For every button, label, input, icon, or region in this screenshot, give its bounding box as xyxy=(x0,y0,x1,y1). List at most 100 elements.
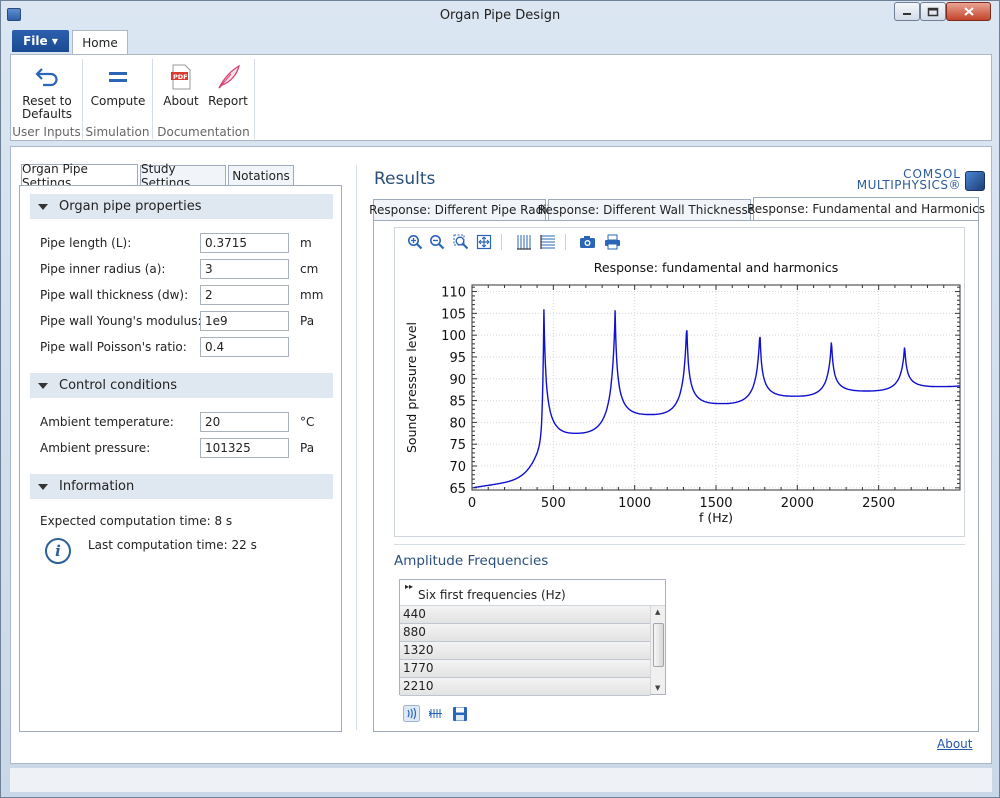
section-control-conditions[interactable]: Control conditions xyxy=(30,373,333,398)
camera-icon[interactable] xyxy=(579,233,596,250)
field-unit: Pa xyxy=(300,441,315,455)
table-row[interactable]: 880 xyxy=(400,624,650,642)
close-button[interactable] xyxy=(946,2,991,21)
main-content: Organ Pipe Settings Study Settings Notat… xyxy=(10,146,992,764)
quill-icon xyxy=(214,63,242,91)
tab-different-wall-thicknesses[interactable]: Response: Different Wall Thicknesses xyxy=(538,199,761,220)
section-organ-pipe-properties[interactable]: Organ pipe properties xyxy=(30,194,333,219)
y-tick-label: 80 xyxy=(449,416,466,431)
x-tick-label: 1500 xyxy=(699,496,732,511)
svg-text:PDF: PDF xyxy=(173,73,188,81)
print-icon[interactable] xyxy=(604,233,621,250)
response-chart: Response: fundamental and harmonics 0 500 1… xyxy=(404,260,961,525)
last-computation-time: Last computation time: 22 s xyxy=(88,538,257,552)
toolbar-separator xyxy=(565,234,566,250)
x-tick-label: 2000 xyxy=(781,496,814,511)
pipe-length-input[interactable] xyxy=(200,233,289,253)
pipe-wall-thickness-input[interactable] xyxy=(200,285,289,305)
table-export-icon[interactable] xyxy=(427,705,444,722)
about-button[interactable]: PDF About xyxy=(159,63,203,108)
pipe-inner-radius-input[interactable] xyxy=(200,259,289,279)
youngs-modulus-input[interactable] xyxy=(200,311,289,331)
minimize-icon xyxy=(903,12,911,15)
collapse-triangle-icon xyxy=(38,382,48,389)
section-title: Organ pipe properties xyxy=(59,199,202,214)
window-title: Organ Pipe Design xyxy=(439,8,561,23)
field-unit: mm xyxy=(300,288,324,302)
field-label: Pipe wall Young's modulus: xyxy=(40,314,202,328)
sound-play-icon[interactable] xyxy=(403,705,420,722)
table-scrollbar[interactable]: ▲ ▼ xyxy=(650,606,665,694)
table-row[interactable]: 440 xyxy=(400,606,650,624)
x-grid-icon[interactable] xyxy=(515,233,532,250)
group-label-simulation: Simulation xyxy=(85,125,150,139)
report-button[interactable]: Report xyxy=(205,63,251,108)
about-label: About xyxy=(163,94,199,108)
equals-icon xyxy=(104,63,132,91)
scroll-down-icon[interactable]: ▼ xyxy=(655,684,660,692)
y-tick-label: 70 xyxy=(449,460,466,475)
table-row[interactable]: 1320 xyxy=(400,642,650,660)
zoom-in-icon[interactable] xyxy=(406,233,423,250)
header-arrow-icon: ▸▸ xyxy=(405,582,414,591)
tab-organ-pipe-settings[interactable]: Organ Pipe Settings xyxy=(21,162,138,190)
tab-different-pipe-radii[interactable]: Response: Different Pipe Radii xyxy=(369,199,550,220)
y-tick-label: 65 xyxy=(449,482,466,497)
table-header: ▸▸ Six first frequencies (Hz) xyxy=(400,580,665,606)
frequency-table: ▸▸ Six first frequencies (Hz) 440 880 13… xyxy=(399,579,666,696)
x-tick-label: 1000 xyxy=(618,496,651,511)
scroll-thumb[interactable] xyxy=(653,623,664,667)
about-link[interactable]: About xyxy=(937,737,972,751)
ambient-pressure-input[interactable] xyxy=(200,438,289,458)
app-window: Organ Pipe Design File ▾ Home Reset to D… xyxy=(0,0,1000,798)
pdf-icon: PDF xyxy=(167,63,195,91)
tab-notations[interactable]: Notations xyxy=(228,165,294,186)
x-axis-label: f (Hz) xyxy=(699,510,733,525)
minimize-button[interactable] xyxy=(894,2,920,21)
zoom-extents-icon[interactable] xyxy=(475,233,492,250)
poissons-ratio-input[interactable] xyxy=(200,337,289,357)
y-grid-icon[interactable] xyxy=(539,233,556,250)
group-label-documentation: Documentation xyxy=(157,125,250,139)
chart-title: Response: fundamental and harmonics xyxy=(594,260,838,275)
file-menu-button[interactable]: File ▾ xyxy=(12,30,69,52)
collapse-triangle-icon xyxy=(38,483,48,490)
zoom-out-icon[interactable] xyxy=(428,233,445,250)
group-simulation: Compute Simulation xyxy=(83,59,153,139)
field-label: Pipe wall Poisson's ratio: xyxy=(40,340,187,354)
title-bar: Organ Pipe Design xyxy=(1,1,999,29)
table-row[interactable]: 2210 xyxy=(400,678,650,696)
reset-to-defaults-button[interactable]: Reset to Defaults xyxy=(11,63,83,121)
y-tick-label: 100 xyxy=(441,329,466,344)
y-tick-label: 110 xyxy=(441,286,466,301)
compute-button[interactable]: Compute xyxy=(83,63,153,108)
maximize-button[interactable] xyxy=(920,2,946,21)
field-unit: m xyxy=(300,236,312,250)
x-tick-label: 2500 xyxy=(862,496,895,511)
tab-study-settings[interactable]: Study Settings xyxy=(140,162,226,190)
logo-line-2: MULTIPHYSICS® xyxy=(856,178,961,192)
expected-computation-time: Expected computation time: 8 s xyxy=(40,514,233,528)
field-label: Ambient pressure: xyxy=(40,441,151,455)
field-unit: °C xyxy=(300,415,315,429)
ambient-temperature-input[interactable] xyxy=(200,412,289,432)
scroll-up-icon[interactable]: ▲ xyxy=(655,608,660,616)
tab-fundamental-and-harmonics[interactable]: Response: Fundamental and Harmonics xyxy=(747,197,985,220)
section-divider xyxy=(394,544,965,545)
compute-label: Compute xyxy=(90,94,146,108)
toolbar-separator xyxy=(501,234,502,250)
field-label: Ambient temperature: xyxy=(40,415,174,429)
amplitude-frequencies-title: Amplitude Frequencies xyxy=(394,553,549,569)
ribbon: Reset to Defaults User Inputs Compute Si… xyxy=(10,54,992,141)
tab-home[interactable]: Home xyxy=(72,30,128,55)
collapse-triangle-icon xyxy=(38,203,48,210)
results-title: Results xyxy=(374,169,436,189)
section-information[interactable]: Information xyxy=(30,474,333,499)
results-tab-strip: Response: Different Pipe Radii Response:… xyxy=(369,197,985,220)
table-row[interactable]: 1770 xyxy=(400,660,650,678)
save-icon[interactable] xyxy=(451,705,468,722)
zoom-box-icon[interactable] xyxy=(452,233,469,250)
section-title: Information xyxy=(59,479,135,494)
y-tick-label: 90 xyxy=(449,373,466,388)
close-icon xyxy=(963,7,974,16)
